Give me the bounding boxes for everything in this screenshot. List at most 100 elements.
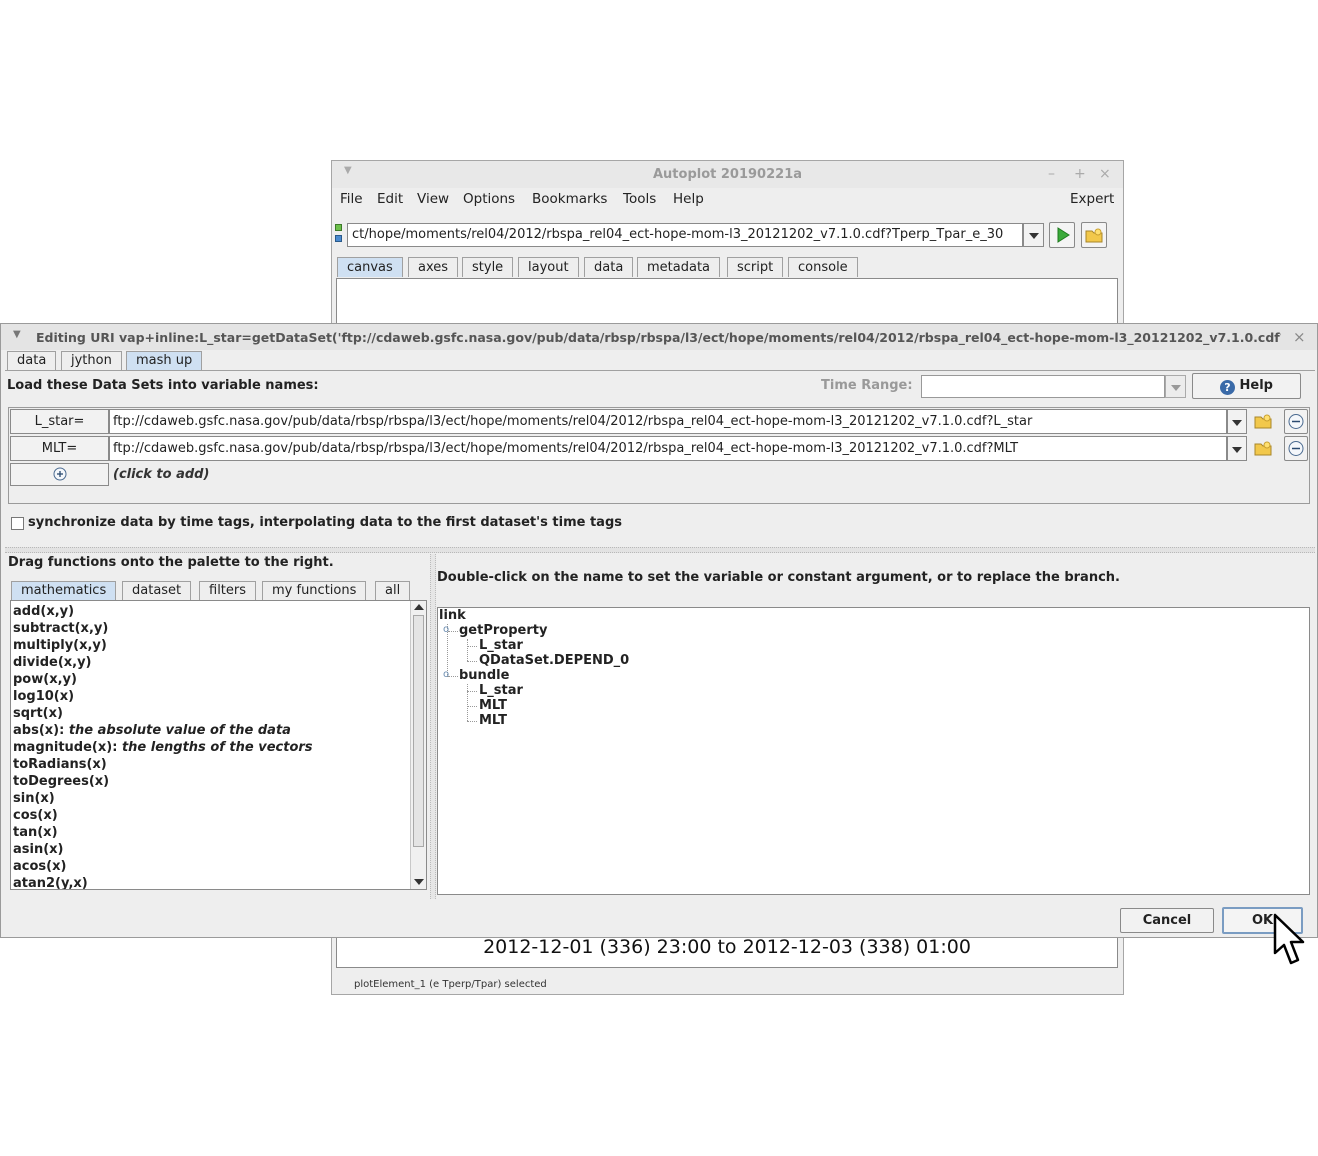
remove-variable-button[interactable] — [1284, 409, 1308, 434]
tree-connector — [467, 646, 477, 647]
tree-expand-icon[interactable]: o — [443, 624, 449, 635]
maximize-icon[interactable]: + — [1074, 166, 1086, 182]
tree-node-mlt[interactable]: MLT — [479, 698, 507, 713]
chevron-down-icon — [1029, 233, 1039, 239]
folder-icon — [1085, 228, 1103, 243]
scrollbar-thumb[interactable] — [413, 615, 424, 847]
expression-tree[interactable]: link o getProperty L_star QDataSet.DEPEN… — [437, 607, 1310, 895]
time-range-dropdown[interactable] — [1165, 375, 1186, 398]
function-item[interactable]: divide(x,y) — [11, 654, 409, 671]
tree-node-root[interactable]: link — [439, 608, 466, 623]
tab-mathematics[interactable]: mathematics — [11, 581, 117, 600]
tree-connector — [448, 676, 458, 677]
uri-dropdown-button[interactable] — [1023, 223, 1044, 247]
add-variable-button[interactable] — [10, 463, 109, 486]
expression-palette-pane: Double-click on the name to set the vari… — [437, 554, 1311, 899]
menu-tools[interactable]: Tools — [623, 191, 656, 207]
variable-uri-dropdown[interactable] — [1227, 436, 1247, 461]
cancel-button[interactable]: Cancel — [1120, 908, 1214, 933]
drag-functions-label: Drag functions onto the palette to the r… — [8, 555, 334, 570]
close-icon[interactable]: × — [1099, 166, 1111, 182]
function-item[interactable]: atan2(y,x) — [11, 875, 409, 889]
tab-data[interactable]: data — [7, 351, 57, 370]
tree-node-mlt[interactable]: MLT — [479, 713, 507, 728]
function-list-scrollbar[interactable] — [410, 601, 426, 889]
main-title-bar: ▼ Autoplot 20190221a – + × — [332, 161, 1123, 188]
function-item[interactable]: asin(x) — [11, 841, 409, 858]
function-item[interactable]: tan(x) — [11, 824, 409, 841]
tab-mash-up[interactable]: mash up — [126, 351, 203, 370]
tab-metadata[interactable]: metadata — [637, 257, 721, 277]
tree-node-bundle[interactable]: bundle — [459, 668, 509, 683]
tab-console[interactable]: console — [788, 257, 858, 277]
tree-node-getproperty[interactable]: getProperty — [459, 623, 547, 638]
remove-variable-button[interactable] — [1284, 436, 1308, 461]
chevron-down-icon — [1232, 420, 1242, 426]
time-range-input[interactable] — [921, 375, 1165, 398]
minimize-icon[interactable]: – — [1048, 166, 1055, 182]
function-item[interactable]: subtract(x,y) — [11, 620, 409, 637]
sync-label[interactable]: synchronize data by time tags, interpola… — [28, 515, 622, 530]
variable-uri-dropdown[interactable] — [1227, 409, 1247, 434]
function-item[interactable]: magnitude(x): the lengths of the vectors — [11, 739, 409, 756]
scroll-down-icon[interactable] — [414, 879, 424, 885]
horizontal-split-handle[interactable] — [5, 547, 1315, 553]
open-file-button[interactable] — [1081, 222, 1107, 248]
variable-uri-input[interactable]: ftp://cdaweb.gsfc.nasa.gov/pub/data/rbsp… — [109, 436, 1227, 461]
menu-expert[interactable]: Expert — [1070, 191, 1114, 207]
scroll-up-icon[interactable] — [414, 604, 424, 610]
function-item[interactable]: sin(x) — [11, 790, 409, 807]
menu-options[interactable]: Options — [463, 191, 515, 207]
vertical-split-handle[interactable] — [430, 554, 436, 899]
open-file-button[interactable] — [1252, 436, 1274, 461]
function-item[interactable]: toDegrees(x) — [11, 773, 409, 790]
tab-my-functions[interactable]: my functions — [262, 581, 367, 600]
tab-filters[interactable]: filters — [199, 581, 257, 600]
open-file-button[interactable] — [1252, 409, 1274, 434]
tree-node-depend0[interactable]: QDataSet.DEPEND_0 — [479, 653, 629, 668]
tab-canvas[interactable]: canvas — [337, 257, 403, 277]
function-item[interactable]: multiply(x,y) — [11, 637, 409, 654]
tree-node-lstar[interactable]: L_star — [479, 683, 523, 698]
window-menu-icon[interactable]: ▼ — [13, 329, 21, 340]
tab-script[interactable]: script — [727, 257, 784, 277]
close-icon[interactable]: × — [1293, 328, 1306, 346]
folder-icon — [1254, 414, 1272, 429]
tab-jython[interactable]: jython — [61, 351, 122, 370]
variable-name-button[interactable]: MLT= — [10, 436, 109, 461]
menu-bookmarks[interactable]: Bookmarks — [532, 191, 607, 207]
go-button[interactable] — [1049, 222, 1075, 248]
function-item[interactable]: add(x,y) — [11, 603, 409, 620]
tree-connector — [467, 661, 477, 662]
function-item[interactable]: cos(x) — [11, 807, 409, 824]
tree-expand-icon[interactable]: o — [443, 669, 449, 680]
tab-dataset[interactable]: dataset — [122, 581, 192, 600]
menu-help[interactable]: Help — [673, 191, 704, 207]
click-to-add-label[interactable]: (click to add) — [113, 467, 209, 482]
function-item[interactable]: acos(x) — [11, 858, 409, 875]
status-bar: plotElement_1 (e Tperp/Tpar) selected — [354, 979, 547, 990]
tab-layout[interactable]: layout — [518, 257, 579, 277]
function-item[interactable]: pow(x,y) — [11, 671, 409, 688]
help-button[interactable]: ? Help — [1192, 373, 1301, 399]
uri-input[interactable]: ct/hope/moments/rel04/2012/rbspa_rel04_e… — [347, 223, 1023, 247]
tree-node-lstar[interactable]: L_star — [479, 638, 523, 653]
function-item[interactable]: abs(x): the absolute value of the data — [11, 722, 409, 739]
function-item[interactable]: log10(x) — [11, 688, 409, 705]
menu-edit[interactable]: Edit — [377, 191, 403, 207]
time-range-label[interactable]: 2012-12-01 (336) 23:00 to 2012-12-03 (33… — [336, 936, 1118, 958]
variable-uri-input[interactable]: ftp://cdaweb.gsfc.nasa.gov/pub/data/rbsp… — [109, 409, 1227, 434]
variable-name-button[interactable]: L_star= — [10, 409, 109, 434]
sync-checkbox[interactable] — [11, 517, 24, 530]
tab-axes[interactable]: axes — [408, 257, 459, 277]
tab-data[interactable]: data — [584, 257, 634, 277]
menu-file[interactable]: File — [340, 191, 363, 207]
function-item[interactable]: sqrt(x) — [11, 705, 409, 722]
function-item[interactable]: toRadians(x) — [11, 756, 409, 773]
menu-view[interactable]: View — [417, 191, 449, 207]
tab-style[interactable]: style — [462, 257, 514, 277]
load-datasets-label: Load these Data Sets into variable names… — [7, 378, 319, 393]
tab-all[interactable]: all — [375, 581, 411, 600]
tree-connector — [467, 721, 477, 722]
function-list[interactable]: add(x,y) subtract(x,y) multiply(x,y) div… — [10, 600, 427, 890]
